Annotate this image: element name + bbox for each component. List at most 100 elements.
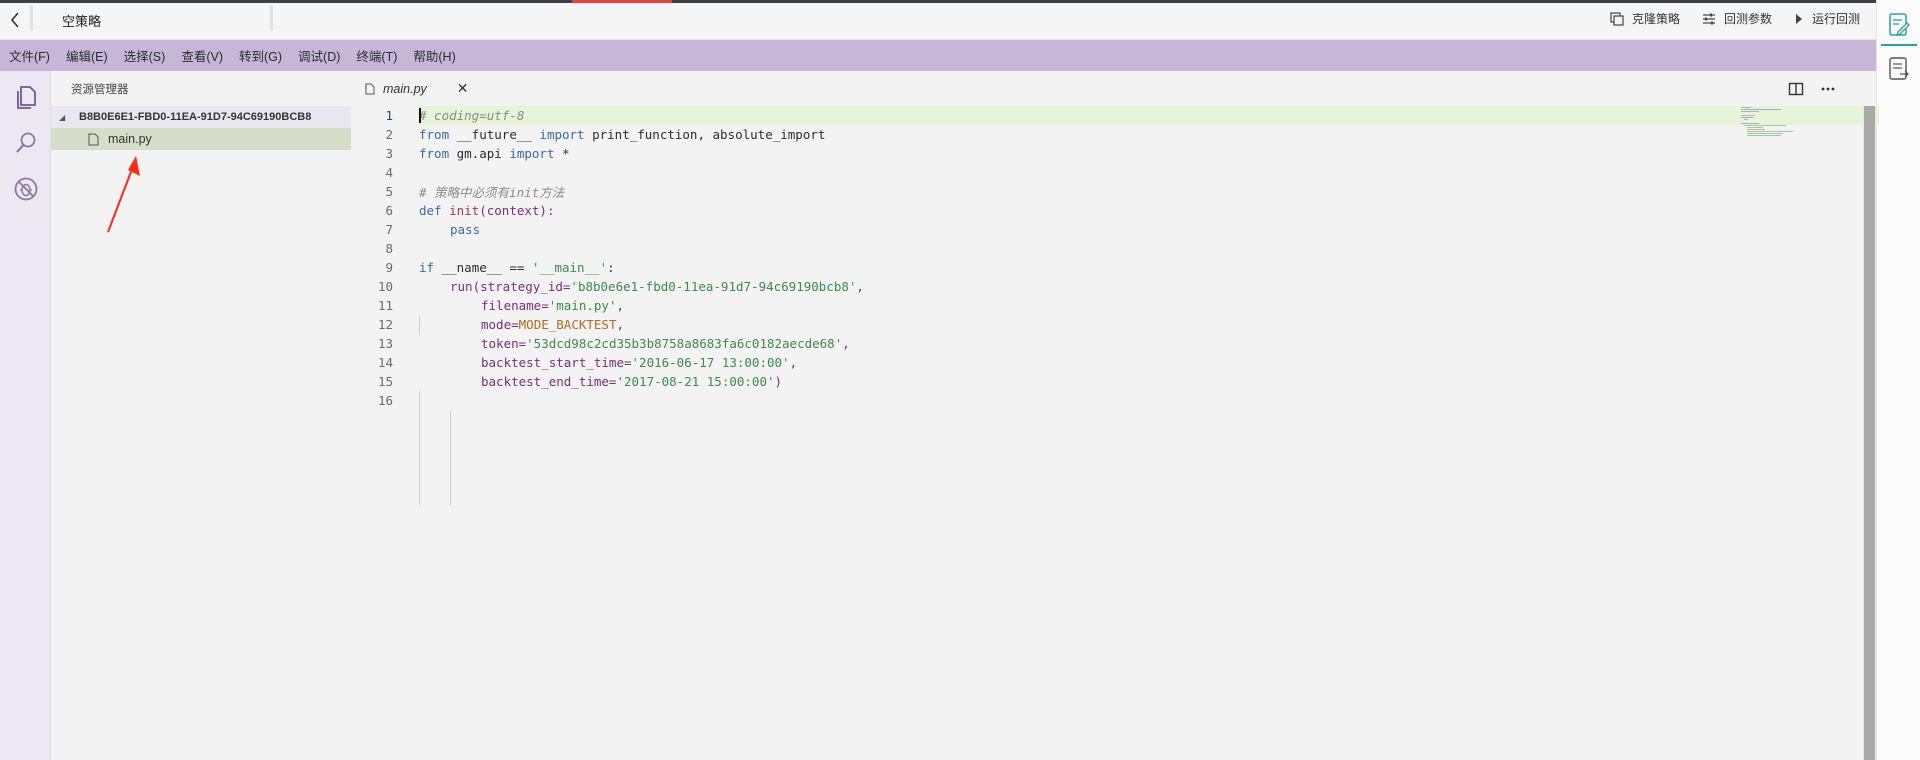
code-token: gm.api [449,146,510,161]
menu-bar: 文件(F) 编辑(E) 选择(S) 查看(V) 转到(G) 调试(D) 终端(T… [0,40,1876,71]
code-line: 8 [351,239,1791,258]
code-token: from [419,146,450,161]
code-line: 2 from __future__ import print_function, … [351,125,1791,144]
code-token: , [789,355,798,370]
tab-separator [30,5,33,31]
vertical-scrollbar[interactable] [1863,106,1876,760]
close-icon[interactable]: ✕ [457,80,469,97]
scrollbar-thumb[interactable] [1864,106,1875,760]
line-number: 2 [385,127,393,142]
line-number: 4 [385,165,393,180]
code-line: 9 if __name__ == '__main__': [351,258,1791,277]
menu-terminal[interactable]: 终端(T) [356,46,397,65]
menu-file[interactable]: 文件(F) [9,46,50,65]
line-number: 8 [385,241,393,256]
editor-area: main.py ✕ 1 # coding=utf-8 2 from __future… [351,71,1879,760]
code-token: token= [481,336,527,351]
line-number: 9 [385,260,393,275]
code-token: # 策略中必须有init方法 [419,185,565,200]
code-line: 13 token='53dcd98c2cd35b3b8758a8683fa6c01… [351,334,1791,353]
menu-view[interactable]: 查看(V) [181,46,223,65]
chevron-left-icon [10,12,19,28]
code-token: '53dcd98c2cd35b3b8758a8683fa6c0182aecde6… [526,336,843,351]
right-panel-active-indicator [1881,44,1917,46]
editor-tab-bar: main.py ✕ [351,71,1876,106]
line-number: 12 [377,317,393,332]
code-token: def [419,203,442,218]
strategy-title: 空策略 [62,14,102,29]
code-line: 14 backtest_start_time='2016-06-17 13:00:… [351,353,1791,372]
editor-toolbar [1788,81,1836,97]
tab-main-py[interactable]: main.py ✕ [353,71,471,106]
code-token: print_function, absolute_import [584,127,826,142]
menu-edit[interactable]: 编辑(E) [66,46,108,65]
code-token: pass [450,222,481,237]
menu-help[interactable]: 帮助(H) [413,46,455,65]
files-icon[interactable] [12,83,40,111]
run-backtest-button[interactable]: 运行回测 [1794,10,1860,27]
code-line: 1 # coding=utf-8 [351,106,1791,125]
code-token: from [419,127,450,142]
code-editor[interactable]: 1 # coding=utf-8 2 from __future__ import … [351,106,1879,760]
sliders-icon [1702,13,1715,24]
file-icon [88,133,99,145]
text-cursor [419,108,421,123]
more-actions-icon[interactable] [1820,81,1836,97]
code-token: if [419,260,435,275]
explorer-title: 资源管理器 [71,84,129,96]
code-line: 4 [351,163,1791,182]
code-token: (context): [479,203,555,218]
run-backtest-label: 运行回测 [1811,12,1860,26]
code-token: '2016-06-17 13:00:00' [631,355,790,370]
split-editor-icon[interactable] [1788,81,1804,97]
minimap[interactable] [1741,106,1811,146]
line-number: 16 [377,393,393,408]
menu-selection[interactable]: 选择(S) [124,46,166,65]
backtest-params-label: 回测参数 [1723,12,1772,26]
annotation-arrow-icon [107,156,140,233]
code-token: '2017-08-21 15:00:00' [616,374,775,389]
file-name: main.py [108,132,152,146]
code-token: ) [774,374,783,389]
backtest-params-button[interactable]: 回测参数 [1702,10,1772,27]
menu-debug[interactable]: 调试(D) [298,46,340,65]
play-icon [1795,13,1802,24]
search-icon[interactable] [12,129,40,157]
code-token: run(strategy_id= [450,279,571,294]
document-list-icon[interactable] [1888,56,1910,82]
back-button[interactable] [4,7,26,33]
indent-guide [450,410,451,505]
folder-row[interactable]: ◢ B8B0E6E1-FBD0-11EA-91D7-94C69190BCB8 [51,106,351,128]
edit-document-icon[interactable] [1888,12,1910,38]
clone-strategy-button[interactable]: 克隆策略 [1610,10,1680,27]
title-actions: 克隆策略 回测参数 运行回测 [1610,10,1860,27]
code-token: 'b8b0e6e1-fbd0-11ea-91d7-94c69190bcb8' [570,279,857,294]
clone-strategy-label: 克隆策略 [1631,12,1680,26]
code-token: , [856,279,864,294]
code-token: * [554,146,570,161]
code-token: init [441,203,480,218]
code-line: 3 from gm.api import * [351,144,1791,163]
code-line: 10 run(strategy_id='b8b0e6e1-fbd0-11ea-91… [351,277,1791,296]
code-token: 'main.py' [548,298,617,313]
right-side-panel [1876,0,1920,760]
line-number: 3 [385,146,393,161]
folder-name: B8B0E6E1-FBD0-11EA-91D7-94C69190BCB8 [79,111,312,123]
code-token: , [616,317,625,332]
debug-icon[interactable] [12,175,40,203]
line-number: 6 [385,203,393,218]
tab-label: main.py [383,81,427,96]
line-number: 5 [385,184,393,199]
menu-goto[interactable]: 转到(G) [239,46,282,65]
active-tab-indicator [572,0,672,3]
title-bar: 空策略 克隆策略 回测参数 运行回测 [0,0,1876,40]
file-item-main-py[interactable]: main.py [51,128,351,150]
caret-down-icon: ◢ [59,112,66,122]
window-top-border [0,0,1920,3]
code-token: backtest_end_time= [481,374,617,389]
code-token: mode= [481,317,519,332]
code-line: 12 mode=MODE_BACKTEST, [351,315,1791,334]
code-token: filename= [481,298,549,313]
code-token: import [539,127,585,142]
code-token: __name__ == [434,260,532,275]
